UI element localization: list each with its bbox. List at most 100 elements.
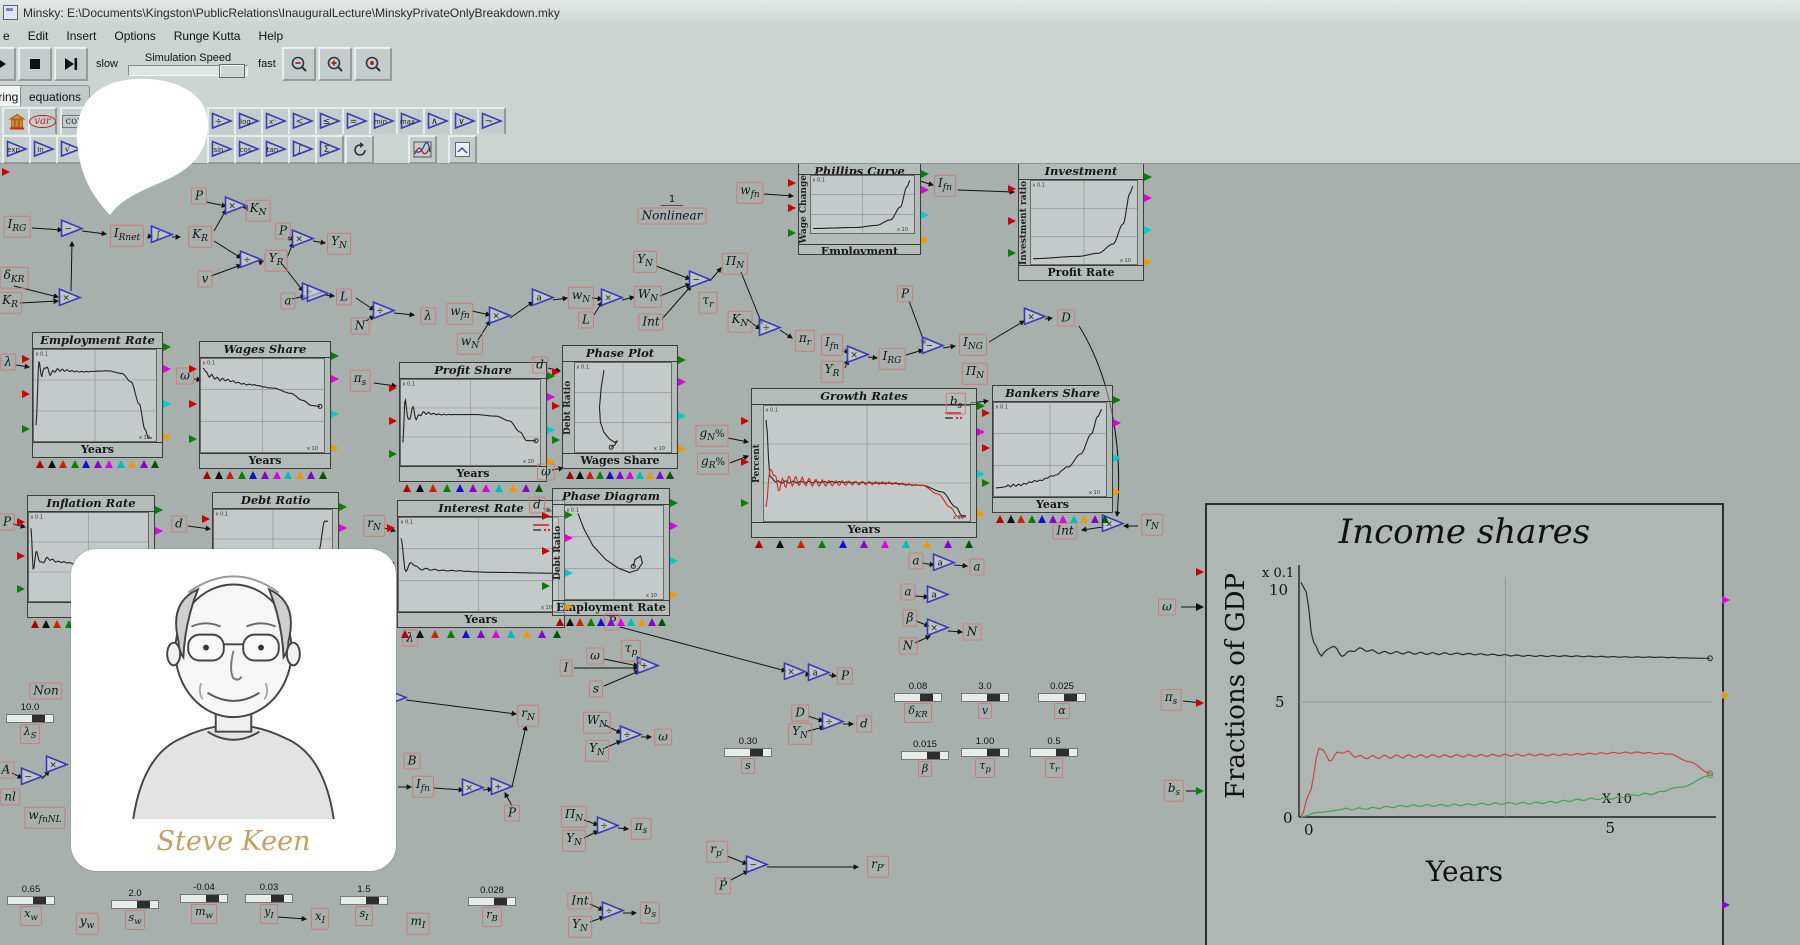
slider-groove[interactable] [6, 714, 54, 723]
palette-op-=[interactable]: = [342, 107, 371, 136]
var-node-YN[interactable]: YN [568, 916, 592, 938]
var-node-Int[interactable]: Int [567, 893, 592, 910]
var-node-YN[interactable]: YN [562, 830, 586, 852]
var-node-λ[interactable]: λ [420, 308, 436, 325]
var-node-YN[interactable]: YN [327, 233, 351, 255]
palette-var-button[interactable]: var [28, 107, 57, 136]
slider-groove[interactable] [111, 900, 159, 909]
var-node-P[interactable]: P [837, 668, 853, 685]
slider-τr[interactable]: 0.5τr [1030, 737, 1078, 778]
var-node-gR[interactable]: gR% [697, 453, 729, 475]
var-node-YR[interactable]: YR [821, 361, 844, 383]
var-node-P[interactable]: P [191, 188, 207, 205]
palette-op-ln[interactable]: ln [29, 135, 58, 164]
palette-op-log[interactable]: log [234, 107, 263, 136]
menu-options[interactable]: Options [105, 27, 164, 45]
palette-plot-button[interactable] [408, 135, 437, 164]
var-node-KR[interactable]: KR [188, 226, 212, 248]
var-node-P[interactable]: P [504, 805, 520, 822]
plot-interest[interactable]: Interest Ratex 0.1x 10Years [397, 500, 565, 628]
var-node-wfnNL[interactable]: wfnNL [24, 807, 65, 829]
var-node-a[interactable]: a [969, 559, 984, 576]
var-node-IRG[interactable]: IRG [879, 348, 906, 370]
var-node-d[interactable]: d [856, 716, 872, 733]
var-node-ΠN[interactable]: ΠN [561, 806, 587, 828]
slider-sI[interactable]: 1.5sI [340, 885, 388, 926]
var-node-N[interactable]: N [963, 624, 982, 641]
slider-var-v[interactable]: v [978, 703, 992, 719]
var-node-Ṗ[interactable]: Ṗ [715, 878, 731, 895]
slider-var-δKR[interactable]: δKR [904, 703, 931, 723]
palette-op-≤[interactable]: ≤ [315, 107, 344, 136]
op-×[interactable]: × [1023, 307, 1047, 332]
var-node-KN[interactable]: KN [246, 200, 271, 222]
var-node-wfn[interactable]: wfn [736, 182, 763, 204]
op-×[interactable]: × [926, 618, 950, 643]
var-node-ω[interactable]: ω [586, 648, 604, 665]
slider-var-xw[interactable]: xw [20, 906, 42, 926]
plot-bankers[interactable]: Bankers Sharex 0.1x 10Years [992, 385, 1113, 513]
zoom-in-button[interactable] [318, 47, 352, 81]
var-node-WN[interactable]: WN [583, 712, 611, 734]
palette-op-max[interactable]: max [396, 107, 425, 136]
menu-insert[interactable]: Insert [57, 27, 105, 45]
slider-var-sI[interactable]: sI [355, 906, 372, 926]
var-node-bs[interactable]: bs [946, 393, 966, 415]
var-node-YN[interactable]: YN [585, 740, 609, 762]
slider-var-sw[interactable]: sw [125, 910, 146, 930]
op-a[interactable]: a [807, 663, 831, 688]
palette-bank-button[interactable] [2, 107, 31, 136]
op-−[interactable]: − [745, 855, 769, 880]
op-−[interactable]: − [921, 336, 945, 361]
palette-op-√[interactable]: √ [56, 135, 85, 164]
palette-op-tan[interactable]: tan [261, 135, 290, 164]
plot-phaseplot[interactable]: Phase PlotDebt Ratiox 0.1x 10Wages Share [562, 345, 678, 469]
var-node-nl[interactable]: nl [0, 789, 20, 806]
palette-op-¬[interactable]: ¬ [477, 107, 506, 136]
menu-e[interactable]: e [0, 27, 19, 45]
var-node-d[interactable]: d [171, 516, 187, 533]
zoom-out-button[interactable] [282, 47, 316, 81]
plot-profit[interactable]: Profit Sharex 0.1x 10Years [399, 362, 547, 482]
slider-var-yI[interactable]: yI [260, 904, 278, 924]
var-node-wfn[interactable]: wfn [446, 303, 473, 325]
menu-help[interactable]: Help [249, 27, 292, 45]
op-×[interactable]: × [224, 196, 248, 221]
var-node-rN[interactable]: rN [363, 515, 385, 537]
palette-note-button[interactable] [448, 135, 477, 164]
var-node-πs[interactable]: πs [350, 370, 371, 392]
var-node-IRnet[interactable]: IRnet [110, 225, 144, 247]
op-×[interactable]: × [783, 662, 807, 687]
slider-var-τr[interactable]: τr [1045, 758, 1063, 778]
slider-groove[interactable] [901, 751, 949, 760]
var-node-rN[interactable]: rN [1141, 514, 1163, 536]
var-node-P[interactable]: P [0, 514, 15, 531]
op-a[interactable]: a [932, 553, 956, 578]
palette-op-Σ[interactable]: Σ [315, 135, 344, 164]
op-∫[interactable]: ∫ [150, 225, 174, 250]
var-node-WN[interactable]: WN [634, 286, 662, 308]
slider-rB[interactable]: 0.028rB [468, 886, 516, 927]
var-node-s[interactable]: s [589, 681, 603, 698]
op-÷[interactable]: ÷ [821, 712, 845, 737]
stop-button[interactable] [18, 47, 52, 81]
op-×[interactable]: × [846, 345, 870, 370]
palette-op-∨[interactable]: ∨ [450, 107, 479, 136]
var-node-Ifn[interactable]: Ifn [821, 334, 843, 356]
palette-op-<[interactable]: < [288, 107, 317, 136]
slider-var-α[interactable]: α [1054, 703, 1069, 719]
step-button[interactable] [54, 47, 88, 81]
var-node-IRG[interactable]: IRG [4, 216, 31, 238]
slider-var-s[interactable]: s [741, 758, 755, 774]
slider-groove[interactable] [961, 693, 1009, 702]
palette-op-xⁿ[interactable]: xⁿ [261, 107, 290, 136]
var-node-L[interactable]: L [578, 312, 594, 329]
plot-phasediag[interactable]: Phase DiagramDebt Ratiox 0.1x 10Employme… [552, 488, 670, 616]
var-node-ω[interactable]: ω [1158, 599, 1176, 616]
var-node-Ifn[interactable]: Ifn [412, 776, 434, 798]
plot-employment[interactable]: Employment Ratex 0.1x 10Years [32, 332, 163, 458]
slider-groove[interactable] [180, 894, 228, 903]
plot-wages[interactable]: Wages Sharex 0.1x 10Years [199, 341, 331, 469]
palette-op-∫[interactable]: ∫ [288, 135, 317, 164]
op-−[interactable]: − [20, 767, 44, 792]
